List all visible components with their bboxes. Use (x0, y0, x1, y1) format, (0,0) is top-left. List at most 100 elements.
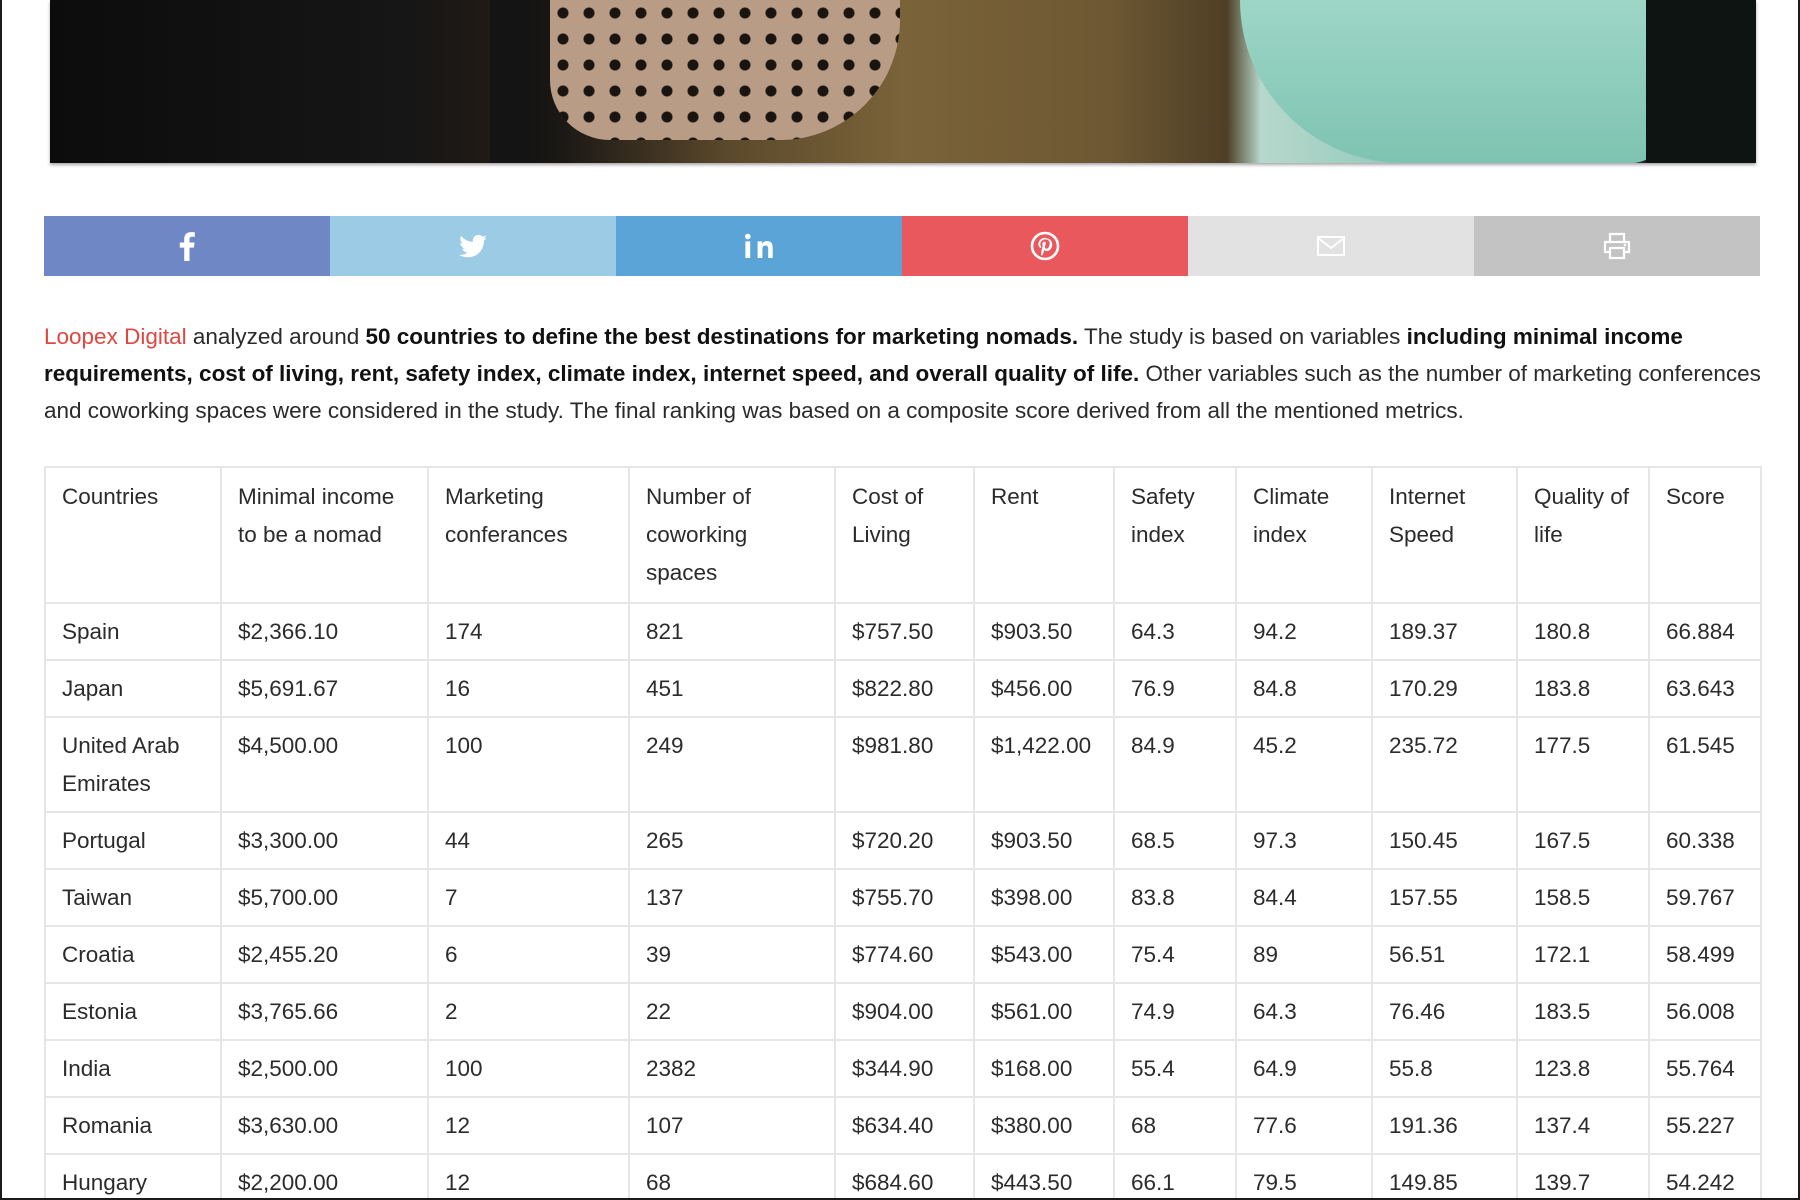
table-cell: 59.767 (1648, 868, 1762, 927)
column-header: Internet Speed (1371, 466, 1518, 604)
table-cell: $5,700.00 (220, 868, 429, 927)
table-row: India $2,500.00 100 2382 $344.90 $168.00 55.4 6… (44, 1039, 1762, 1098)
table-row: Portugal $3,300.00 44 265 $720.20 $903.50 68.5… (44, 811, 1762, 870)
facebook-icon (179, 232, 195, 261)
hero-photo-shadow-right (1646, 0, 1756, 163)
table-cell: $543.00 (973, 925, 1115, 984)
linkedin-icon (745, 233, 773, 258)
table-cell: 66.1 (1113, 1153, 1237, 1198)
table-cell: 63.643 (1648, 659, 1762, 718)
country-cell: Croatia (44, 925, 222, 984)
table-cell: 56.008 (1648, 982, 1762, 1041)
table-cell: 44 (427, 811, 630, 870)
column-header: Number of coworking spaces (628, 466, 836, 604)
table-cell: 12 (427, 1153, 630, 1198)
intro-text: analyzed around (186, 324, 366, 349)
table-cell: 68.5 (1113, 811, 1237, 870)
table-cell: $903.50 (973, 811, 1115, 870)
table-cell: 170.29 (1371, 659, 1518, 718)
table-cell: $456.00 (973, 659, 1115, 718)
table-cell: $2,366.10 (220, 602, 429, 661)
table-cell: $3,300.00 (220, 811, 429, 870)
table-cell: 45.2 (1235, 716, 1373, 813)
table-cell: 74.9 (1113, 982, 1237, 1041)
table-cell: $755.70 (834, 868, 975, 927)
column-header: Climate index (1235, 466, 1373, 604)
table-cell: 89 (1235, 925, 1373, 984)
table-cell: 139.7 (1516, 1153, 1650, 1198)
table-cell: 137.4 (1516, 1096, 1650, 1155)
share-email-button[interactable] (1188, 216, 1474, 276)
table-cell: 821 (628, 602, 836, 661)
table-cell: 158.5 (1516, 868, 1650, 927)
table-cell: 22 (628, 982, 836, 1041)
twitter-icon (459, 234, 487, 258)
table-cell: 64.3 (1235, 982, 1373, 1041)
table-cell: $774.60 (834, 925, 975, 984)
table-cell: 76.9 (1113, 659, 1237, 718)
table-cell: $443.50 (973, 1153, 1115, 1198)
share-bar (44, 216, 1760, 276)
table-cell: 189.37 (1371, 602, 1518, 661)
table-cell: $904.00 (834, 982, 975, 1041)
table-cell: 235.72 (1371, 716, 1518, 813)
table-cell: 75.4 (1113, 925, 1237, 984)
table-row: Romania $3,630.00 12 107 $634.40 $380.00 68 77.… (44, 1096, 1762, 1155)
table-cell: 66.884 (1648, 602, 1762, 661)
share-linkedin-button[interactable] (616, 216, 902, 276)
table-cell: 107 (628, 1096, 836, 1155)
table-cell: 64.3 (1113, 602, 1237, 661)
table-row: Hungary $2,200.00 12 68 $684.60 $443.50 66.1 79… (44, 1153, 1762, 1198)
table-cell: 180.8 (1516, 602, 1650, 661)
intro-bold-text: 50 countries to define the best destinat… (365, 324, 1079, 349)
table-cell: 191.36 (1371, 1096, 1518, 1155)
column-header: Safety index (1113, 466, 1237, 604)
share-facebook-button[interactable] (44, 216, 330, 276)
country-cell: Estonia (44, 982, 222, 1041)
table-cell: 12 (427, 1096, 630, 1155)
table-cell: 451 (628, 659, 836, 718)
table-cell: 58.499 (1648, 925, 1762, 984)
table-row: Spain $2,366.10 174 821 $757.50 $903.50 64.3 94… (44, 602, 1762, 661)
table-row: United Arab Emirates $4,500.00 100 249 $981.… (44, 716, 1762, 813)
table-cell: 16 (427, 659, 630, 718)
table-cell: $1,422.00 (973, 716, 1115, 813)
share-print-button[interactable] (1474, 216, 1760, 276)
table-cell: 174 (427, 602, 630, 661)
loopex-digital-link[interactable]: Loopex Digital (44, 324, 187, 349)
table-cell: $684.60 (834, 1153, 975, 1198)
table-cell: $3,765.66 (220, 982, 429, 1041)
share-twitter-button[interactable] (330, 216, 616, 276)
table-cell: 183.8 (1516, 659, 1650, 718)
table-cell: 55.227 (1648, 1096, 1762, 1155)
country-cell: India (44, 1039, 222, 1098)
table-cell: $5,691.67 (220, 659, 429, 718)
intro-paragraph: Loopex Digital analyzed around 50 countr… (44, 318, 1762, 429)
column-header: Rent (973, 466, 1115, 604)
table-cell: 123.8 (1516, 1039, 1650, 1098)
table-cell: 68 (628, 1153, 836, 1198)
country-cell: United Arab Emirates (44, 716, 222, 813)
table-cell: 64.9 (1235, 1039, 1373, 1098)
table-cell: $4,500.00 (220, 716, 429, 813)
table-cell: 183.5 (1516, 982, 1650, 1041)
country-cell: Japan (44, 659, 222, 718)
print-icon (1603, 232, 1631, 260)
column-header: Quality of life (1516, 466, 1650, 604)
table-cell: 39 (628, 925, 836, 984)
table-row: Taiwan $5,700.00 7 137 $755.70 $398.00 83.8 84.… (44, 868, 1762, 927)
table-cell: 84.8 (1235, 659, 1373, 718)
country-cell: Spain (44, 602, 222, 661)
share-pinterest-button[interactable] (902, 216, 1188, 276)
table-cell: 265 (628, 811, 836, 870)
pinterest-icon (1030, 231, 1060, 261)
table-cell: 56.51 (1371, 925, 1518, 984)
column-header: Score (1648, 466, 1762, 604)
table-cell: 54.242 (1648, 1153, 1762, 1198)
hero-photo-polka-dot-fabric (550, 0, 900, 140)
table-cell: $398.00 (973, 868, 1115, 927)
table-cell: $757.50 (834, 602, 975, 661)
page-frame: Loopex Digital analyzed around 50 countr… (0, 0, 1800, 1200)
table-cell: 100 (427, 1039, 630, 1098)
table-cell: 68 (1113, 1096, 1237, 1155)
